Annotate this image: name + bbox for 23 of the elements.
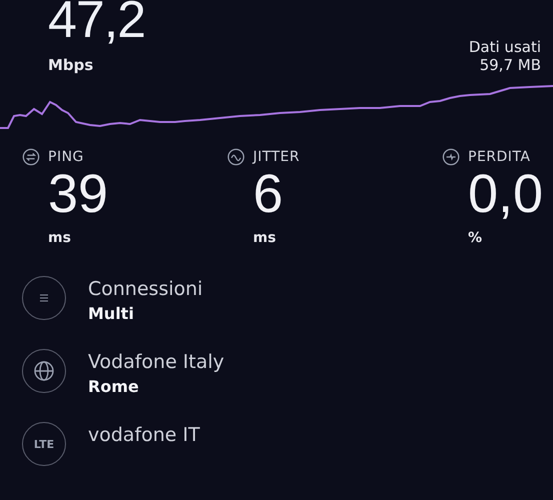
stat-unit: % [468, 230, 484, 246]
network-type-badge: LTE [22, 422, 66, 466]
stat-unit: ms [48, 230, 72, 246]
globe-icon [22, 349, 66, 393]
data-used-label: Dati usati [468, 38, 541, 56]
stat-label: PERDITA [468, 149, 530, 165]
stat-value: 6 [253, 166, 284, 222]
detail-subtitle: Multi [88, 304, 135, 323]
stat-label: PING [48, 149, 84, 165]
detail-title: vodafone IT [88, 424, 200, 446]
detail-title: Connessioni [88, 278, 203, 300]
download-speed: 47,2 [48, 0, 146, 44]
speed-unit: Mbps [48, 56, 94, 74]
detail-title: Vodafone Italy [88, 351, 224, 373]
stat-label: JITTER [253, 149, 300, 165]
arrows-icon [22, 148, 40, 166]
stat-unit: ms [253, 230, 277, 246]
connections-icon [22, 276, 66, 320]
detail-subtitle: Rome [88, 377, 140, 396]
stat-value: 39 [48, 166, 110, 222]
data-used-value: 59,7 MB [480, 56, 541, 74]
wave-icon [227, 148, 245, 166]
stat-value: 0,0 [468, 166, 544, 222]
